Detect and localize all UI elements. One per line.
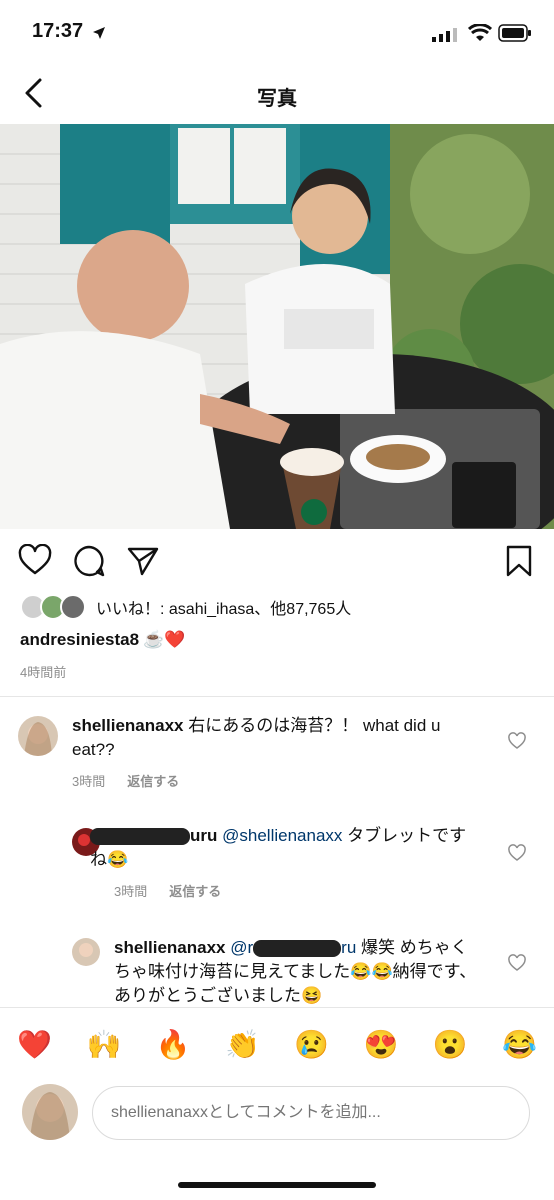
comment-composer: [0, 1084, 554, 1144]
comment-meta: 3時間 返信する: [72, 771, 201, 790]
location-arrow-icon: [93, 27, 105, 39]
comment-time: 3時間: [72, 774, 106, 789]
cellular-signal-icon: [432, 28, 457, 42]
divider: [0, 696, 554, 697]
caption-text: ☕️❤️: [143, 630, 186, 649]
post-caption: andresiniesta8 ☕️❤️: [20, 630, 185, 650]
wifi-icon: [468, 24, 492, 41]
comment-time: 3時間: [114, 884, 148, 899]
comment-text: shellienanaxx 右にあるのは海苔？！ what did u eat?…: [72, 716, 441, 759]
avatar[interactable]: [18, 716, 58, 756]
reply-comment-item: shellienanaxx @r ru 爆笑 めちゃくちゃ味付け海苔に見えてました…: [0, 934, 554, 1006]
emoji-heart-eyes-button[interactable]: 😍: [363, 1028, 398, 1061]
reply-button[interactable]: 返信する: [127, 774, 179, 789]
comment-like-heart-icon[interactable]: [508, 954, 526, 972]
comment-text: uru @shellienanaxx タブレットですね😂: [90, 826, 467, 869]
emoji-surprised-button[interactable]: 😮: [433, 1028, 468, 1061]
comment-bubble-icon[interactable]: [72, 544, 106, 578]
home-indicator: [178, 1182, 376, 1188]
emoji-heart-button[interactable]: ❤️: [17, 1028, 52, 1061]
nav-header: 写真: [0, 62, 554, 124]
liker-avatars: [20, 594, 86, 620]
emoji-raised-hands-button[interactable]: 🙌: [86, 1028, 121, 1061]
avatar[interactable]: [72, 938, 100, 966]
page-title: 写真: [257, 88, 297, 110]
emoji-clap-button[interactable]: 👏: [225, 1028, 260, 1061]
comment-like-heart-icon[interactable]: [508, 844, 526, 862]
mention-link[interactable]: @shellienanaxx: [222, 826, 342, 845]
post-username[interactable]: andresiniesta8: [20, 630, 139, 649]
likes-text: いいね！: asahi_ihasa、他87,765人: [96, 601, 352, 618]
like-heart-icon[interactable]: [18, 544, 52, 578]
reply-button[interactable]: 返信する: [169, 884, 221, 899]
emoji-crying-button[interactable]: 😢: [294, 1028, 329, 1061]
status-time: 17:37: [32, 20, 84, 42]
emoji-laughing-button[interactable]: 😂: [502, 1028, 537, 1061]
post-photo[interactable]: [0, 124, 554, 529]
comment-meta: 3時間 返信する: [114, 881, 243, 900]
emoji-fire-button[interactable]: 🔥: [156, 1028, 191, 1061]
comment-like-heart-icon[interactable]: [508, 732, 526, 750]
comment-username[interactable]: shellienanaxx: [72, 716, 184, 735]
status-bar: 17:37: [0, 0, 554, 62]
battery-icon: [498, 24, 531, 42]
post-actions: [0, 540, 554, 584]
likes-summary[interactable]: いいね！: asahi_ihasa、他87,765人: [20, 592, 351, 622]
comment-item: shellienanaxx 右にあるのは海苔？！ what did u eat?…: [0, 712, 554, 802]
redacted-username: [90, 828, 190, 846]
liker-avatar: [60, 594, 86, 620]
redacted-username: [253, 940, 342, 958]
mention-link[interactable]: @r ru: [230, 938, 356, 958]
avatar: [22, 1084, 78, 1140]
comment-input[interactable]: [92, 1086, 530, 1140]
reply-comment-item: uru @shellienanaxx タブレットですね😂 3時間 返信する: [0, 824, 554, 914]
emoji-quick-bar: ❤️ 🙌 🔥 👏 😢 😍 😮 😂: [0, 1007, 554, 1080]
comment-username[interactable]: uru: [90, 826, 217, 846]
share-paper-plane-icon[interactable]: [126, 544, 160, 578]
bookmark-icon[interactable]: [502, 544, 536, 578]
post-timestamp: 4時間前: [20, 665, 67, 680]
comment-username[interactable]: shellienanaxx: [114, 938, 226, 957]
comment-text: shellienanaxx @r ru 爆笑 めちゃくちゃ味付け海苔に見えてました…: [114, 938, 477, 1005]
